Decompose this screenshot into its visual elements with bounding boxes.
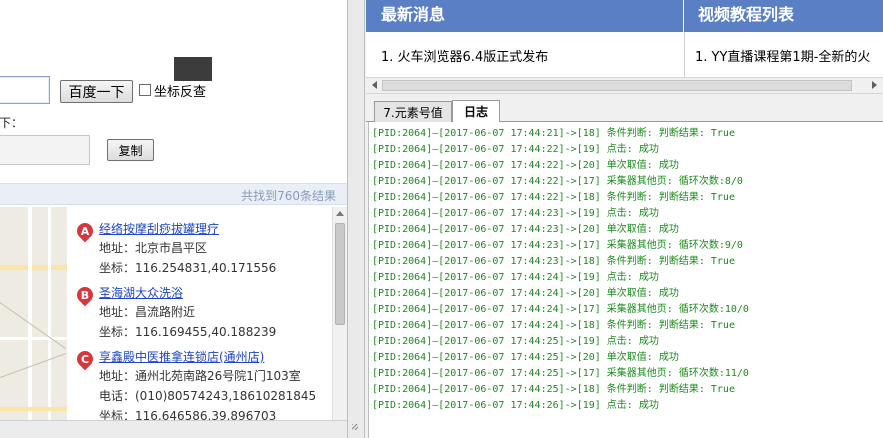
log-line: [PID:2064]—[2017-06-07 17:44:24]->[20] 单… [372, 288, 679, 299]
marker-letter: C [80, 353, 90, 366]
bottom-tab-bar: 7.元素号值 日志 [366, 94, 883, 122]
log-line: [PID:2064]—[2017-06-07 17:44:22]->[18] 条… [372, 192, 735, 203]
search-input[interactable] [0, 76, 50, 104]
scroll-left-arrow-icon[interactable] [372, 81, 377, 89]
scrollbar-thumb[interactable] [335, 223, 345, 325]
log-line: [PID:2064]—[2017-06-07 17:44:22]->[17] 采… [372, 176, 743, 187]
column-divider [684, 32, 685, 77]
result-address: 地址：通州北苑南路26号院1门103室 [99, 369, 301, 383]
news-body: 1. 火车浏览器6.4版正式发布 1. YY直播课程第1期-全新的火 [366, 32, 883, 77]
results-scrollbar[interactable] [332, 207, 347, 438]
log-line: [PID:2064]—[2017-06-07 17:44:25]->[17] 采… [372, 368, 749, 379]
news-column-header: 最新消息 [366, 0, 684, 32]
video-item-link[interactable]: 1. YY直播课程第1期-全新的火 [695, 46, 870, 65]
map-view[interactable] [0, 207, 67, 438]
map-search-pane: 百度一下 坐标反查 下： 复制 共找到760条结果 A 经络按摩刮痧拔罐理疗 地… [0, 0, 347, 438]
scroll-up-arrow-icon[interactable] [336, 211, 344, 216]
log-line: [PID:2064]—[2017-06-07 17:44:25]->[19] 点… [372, 336, 659, 347]
video-header-title: 视频教程列表 [698, 5, 795, 24]
result-title-link[interactable]: 享鑫殿中医推拿连锁店(通州店) [99, 348, 264, 365]
scrollbar-thumb[interactable] [382, 80, 852, 91]
result-address: 地址：昌流路附近 [99, 305, 196, 319]
pane-splitter[interactable] [347, 0, 365, 438]
tab-element-values[interactable]: 7.元素号值 [374, 101, 452, 122]
result-prefix-label: 下： [0, 116, 24, 130]
search-results-list: A 经络按摩刮痧拔罐理疗 地址：北京市昌平区 坐标：116.254831,40.… [67, 207, 332, 438]
log-line: [PID:2064]—[2017-06-07 17:44:23]->[20] 单… [372, 224, 679, 235]
log-output[interactable]: [PID:2064]—[2017-06-07 17:44:21]->[18] 条… [368, 122, 883, 438]
result-output-field[interactable] [0, 135, 90, 165]
marker-letter: A [80, 225, 90, 238]
info-log-pane: 最新消息 视频教程列表 1. 火车浏览器6.4版正式发布 1. YY直播课程第1… [366, 0, 883, 438]
news-header-bar: 最新消息 视频教程列表 [366, 0, 883, 32]
baidu-search-button[interactable]: 百度一下 [60, 80, 133, 103]
result-count-bar: 共找到760条结果 [0, 183, 347, 205]
news-item-link[interactable]: 1. 火车浏览器6.4版正式发布 [381, 46, 548, 65]
log-line: [PID:2064]—[2017-06-07 17:44:25]->[20] 单… [372, 352, 679, 363]
result-title-link[interactable]: 经络按摩刮痧拔罐理疗 [99, 220, 219, 237]
result-phone: 电话：(010)80574243,18610281845 [99, 389, 317, 403]
log-line: [PID:2064]—[2017-06-07 17:44:23]->[19] 点… [372, 208, 659, 219]
log-line: [PID:2064]—[2017-06-07 17:44:22]->[20] 单… [372, 160, 679, 171]
log-line: [PID:2064]—[2017-06-07 17:44:25]->[18] 条… [372, 384, 735, 395]
masked-region [174, 57, 212, 81]
tab-log[interactable]: 日志 [452, 100, 500, 122]
scroll-right-arrow-icon[interactable] [872, 81, 877, 89]
log-line: [PID:2064]—[2017-06-07 17:44:21]->[18] 条… [372, 128, 735, 139]
log-line: [PID:2064]—[2017-06-07 17:44:24]->[17] 采… [372, 304, 749, 315]
result-coordinates: 坐标：116.254831,40.171556 [99, 261, 277, 275]
left-horizontal-scrollbar[interactable] [0, 420, 347, 438]
log-line: [PID:2064]—[2017-06-07 17:44:24]->[18] 条… [372, 320, 735, 331]
result-address: 地址：北京市昌平区 [99, 241, 208, 255]
log-line: [PID:2064]—[2017-06-07 17:44:26]->[19] 点… [372, 400, 659, 411]
reverse-lookup-label: 坐标反查 [154, 85, 207, 100]
log-line: [PID:2064]—[2017-06-07 17:44:23]->[17] 采… [372, 240, 743, 251]
log-line: [PID:2064]—[2017-06-07 17:44:22]->[19] 点… [372, 144, 659, 155]
result-count: 共找到760条结果 [241, 189, 336, 203]
log-line: [PID:2064]—[2017-06-07 17:44:23]->[18] 条… [372, 256, 735, 267]
result-title-link[interactable]: 圣海湖大众洗浴 [99, 284, 183, 301]
resize-grip-icon[interactable] [352, 424, 358, 430]
copy-button[interactable]: 复制 [107, 139, 154, 161]
marker-letter: B [80, 289, 90, 302]
news-header-title: 最新消息 [381, 5, 446, 24]
reverse-lookup-checkbox[interactable] [139, 84, 151, 96]
news-horizontal-scrollbar[interactable] [366, 77, 883, 94]
result-coordinates: 坐标：116.169455,40.188239 [99, 325, 277, 339]
log-line: [PID:2064]—[2017-06-07 17:44:24]->[19] 点… [372, 272, 659, 283]
